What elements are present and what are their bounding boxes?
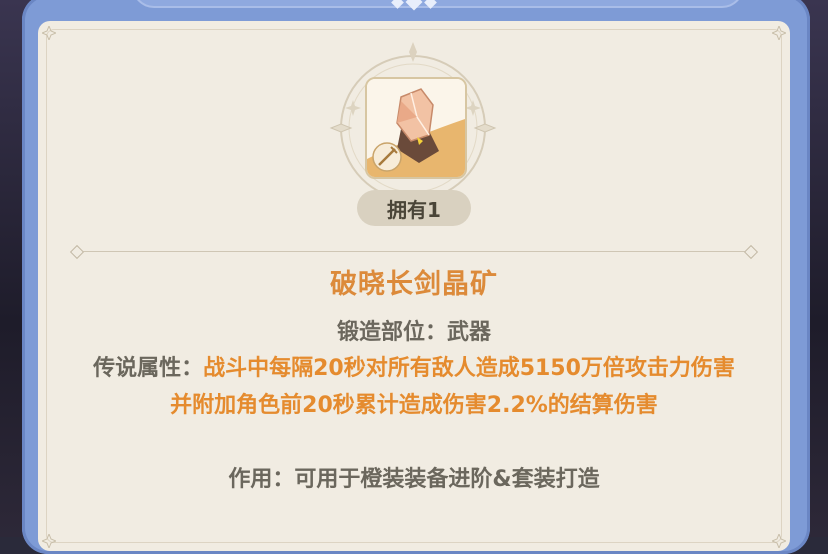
legendary-attribute-description: 战斗中每隔20秒对所有敌人造成5150万倍攻击力伤害并附加角色前20秒累计造成伤… <box>170 356 735 418</box>
corner-ornament-icon <box>770 24 788 42</box>
item-name: 破晓长剑晶矿 <box>330 269 498 300</box>
corner-ornament-icon <box>770 532 788 550</box>
usage-value: 可用于橙装装备进阶&套装打造 <box>294 467 600 492</box>
top-ornament-icon <box>373 0 455 11</box>
usage-label: 作用： <box>228 467 295 492</box>
forge-slot-line: 锻造部位：武器 <box>0 314 828 346</box>
corner-ornament-icon <box>40 532 58 550</box>
corner-ornament-icon <box>40 24 58 42</box>
crystal-ore-icon[interactable] <box>365 77 467 179</box>
owned-count-badge: 拥有1 <box>357 190 471 226</box>
forge-slot-label: 锻造部位： <box>336 320 447 345</box>
usage-line: 作用：可用于橙装装备进阶&套装打造 <box>0 461 828 493</box>
legendary-attribute: 传说属性：战斗中每隔20秒对所有敌人造成5150万倍攻击力伤害并附加角色前20秒… <box>88 350 740 424</box>
section-divider <box>69 244 759 260</box>
legendary-attribute-label: 传说属性： <box>93 356 204 381</box>
forge-slot-value: 武器 <box>447 320 492 345</box>
